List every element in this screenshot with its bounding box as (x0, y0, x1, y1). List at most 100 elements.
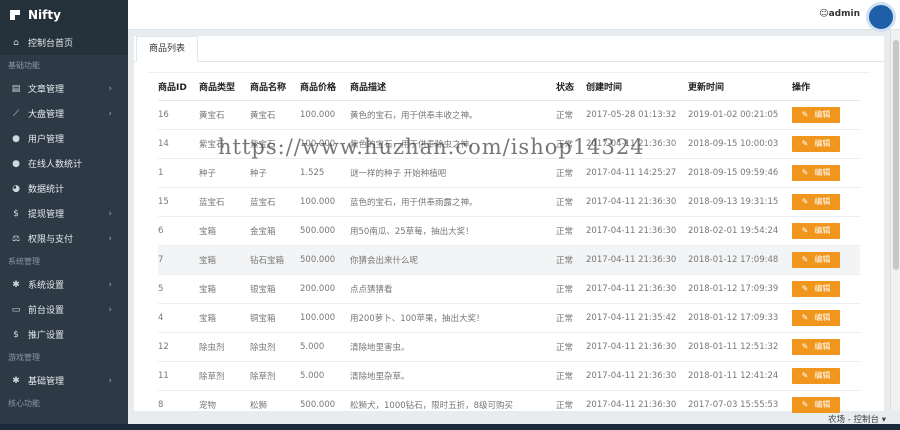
table-cell: 铜宝箱 (250, 303, 300, 333)
table-cell: 正常 (556, 303, 586, 333)
edit-button[interactable]: ✎ 编辑 (792, 309, 840, 326)
table-cell: 种子 (199, 158, 250, 188)
edit-button[interactable]: ✎ 编辑 (792, 222, 840, 239)
table-cell: 100.000 (300, 129, 350, 159)
main-content: 商品列表 商品ID 商品类型 商品名称 商品价格 商品描述 状态 创建时间 更新时间 操作 16… (134, 36, 884, 420)
user-icon: ☺ (819, 9, 829, 19)
edit-button[interactable]: ✎ 编辑 (792, 396, 840, 413)
table-cell: 谜一样的种子 开始种植吧 (350, 158, 556, 188)
brand-name: Nifty (28, 8, 61, 22)
table-cell: 除虫剂 (199, 332, 250, 362)
action-cell: ✎ 编辑 (792, 100, 860, 130)
sidebar-item[interactable]: ▭ 前台设置 › (0, 297, 128, 322)
product-table: 商品ID 商品类型 商品名称 商品价格 商品描述 状态 创建时间 更新时间 操作 16 黄宝石 黄宝… (158, 73, 860, 420)
pencil-icon: ✎ (801, 138, 809, 148)
chevron-right-icon: › (108, 279, 112, 290)
tab-product-list[interactable]: 商品列表 (136, 36, 199, 62)
table-cell: 用50南瓜、25草莓，抽出大奖！ (350, 216, 556, 246)
table-row: 16 黄宝石 黄宝石 100.000 黄色的宝石，用于供奉丰收之神。 正常 2017-05-… (158, 100, 860, 130)
home-icon: ⌂ (13, 37, 19, 48)
table-cell: 2018-09-13 19:31:15 (688, 187, 792, 217)
pencil-icon: ✎ (801, 254, 809, 264)
chevron-right-icon: › (108, 375, 112, 386)
sidebar-item[interactable]: ⚖ 权限与支付 › (0, 226, 128, 251)
table-cell: 2018-01-12 17:09:39 (688, 274, 792, 304)
avatar[interactable] (866, 2, 896, 32)
table-cell: 500.000 (300, 216, 350, 246)
edit-label: 编辑 (814, 167, 831, 177)
table-cell: 500.000 (300, 245, 350, 275)
scrollbar[interactable] (890, 30, 900, 410)
sidebar-item[interactable]: ◕ 数据统计 (0, 176, 128, 201)
pencil-icon: ✎ (801, 341, 809, 351)
edit-label: 编辑 (814, 254, 831, 264)
table-cell: 正常 (556, 100, 586, 130)
sidebar-item-label: 提现管理 (28, 210, 65, 220)
table-cell: 点点猜猜看 (350, 274, 556, 304)
sidebar-item[interactable]: ✱ 基础管理 › (0, 368, 128, 393)
table-cell: 用200萝卜、100苹果，抽出大奖！ (350, 303, 556, 333)
sidebar-item[interactable]: ● 用户管理 (0, 126, 128, 151)
table-cell: 2018-09-15 10:00:03 (688, 129, 792, 159)
edit-button[interactable]: ✎ 编辑 (792, 193, 840, 210)
chart-icon: ⟋ (12, 108, 20, 119)
pencil-icon: ✎ (801, 167, 809, 177)
pencil-icon: ✎ (801, 283, 809, 293)
edit-button[interactable]: ✎ 编辑 (792, 135, 840, 152)
user-name: admin (828, 9, 860, 19)
edit-button[interactable]: ✎ 编辑 (792, 251, 840, 268)
table-cell: 松狮犬，1000钻石，限时五折，8级可购买 (350, 390, 556, 420)
chevron-right-icon: › (108, 233, 112, 244)
column-header: 商品名称 (250, 73, 300, 101)
sidebar: Nifty ⌂ 控制台首页 基础功能 ▤ 文章管理 › ⟋ 大盘管理 › ● 用户管理 ● 在线人数… (0, 0, 128, 430)
table-cell: 正常 (556, 158, 586, 188)
table-cell: 黄色的宝石，用于供奉丰收之神。 (350, 100, 556, 130)
table-cell: 蓝宝石 (250, 187, 300, 217)
edit-label: 编辑 (814, 399, 831, 409)
table-cell: 正常 (556, 216, 586, 246)
sidebar-item[interactable]: ✱ 系统设置 › (0, 272, 128, 297)
table-cell: 2017-07-03 15:55:53 (688, 390, 792, 420)
dollar-icon: $ (13, 329, 19, 340)
edit-button[interactable]: ✎ 编辑 (792, 164, 840, 181)
brand[interactable]: Nifty (0, 0, 128, 30)
action-cell: ✎ 编辑 (792, 303, 860, 333)
table-cell: 正常 (556, 332, 586, 362)
edit-button[interactable]: ✎ 编辑 (792, 367, 840, 384)
sidebar-item[interactable]: ⟋ 大盘管理 › (0, 101, 128, 126)
sidebar-item[interactable]: ▤ 文章管理 › (0, 76, 128, 101)
table-cell: 12 (158, 332, 199, 362)
table-cell: 黄宝石 (250, 100, 300, 130)
table-cell: 8 (158, 390, 199, 420)
table-cell: 100.000 (300, 187, 350, 217)
table-cell: 除草剂 (250, 361, 300, 391)
topbar: ☺admin (128, 0, 900, 32)
scrollbar-thumb[interactable] (893, 40, 899, 270)
edit-button[interactable]: ✎ 编辑 (792, 106, 840, 123)
table-cell: 钻石宝箱 (250, 245, 300, 275)
pencil-icon: ✎ (801, 312, 809, 322)
sidebar-item-label: 控制台首页 (28, 39, 74, 49)
table-cell: 200.000 (300, 274, 350, 304)
gear-icon: ✱ (12, 279, 20, 290)
chevron-right-icon: › (108, 304, 112, 315)
table-cell: 紫色的宝石，用于供奉除虫之神。 (350, 129, 556, 159)
chevron-right-icon: › (108, 108, 112, 119)
sidebar-item-label: 大盘管理 (28, 110, 65, 120)
action-cell: ✎ 编辑 (792, 216, 860, 246)
table-cell: 7 (158, 245, 199, 275)
edit-button[interactable]: ✎ 编辑 (792, 280, 840, 297)
monitor-icon: ▭ (11, 304, 21, 315)
table-cell: 2017-04-11 21:36:30 (586, 187, 688, 217)
table-row: 14 紫宝石 紫宝石 100.000 紫色的宝石，用于供奉除虫之神。 正常 2017-04-… (158, 129, 860, 159)
sidebar-item-dashboard[interactable]: ⌂ 控制台首页 (0, 30, 128, 55)
sidebar-item[interactable]: $ 推广设置 (0, 322, 128, 347)
user-menu[interactable]: ☺admin (819, 9, 860, 19)
sidebar-item[interactable]: ● 在线人数统计 (0, 151, 128, 176)
table-cell: 蓝宝石 (199, 187, 250, 217)
edit-button[interactable]: ✎ 编辑 (792, 338, 840, 355)
sidebar-item[interactable]: $ 提现管理 › (0, 201, 128, 226)
column-header: 商品类型 (199, 73, 250, 101)
table-cell: 蓝色的宝石，用于供奉雨露之神。 (350, 187, 556, 217)
table-cell: 4 (158, 303, 199, 333)
